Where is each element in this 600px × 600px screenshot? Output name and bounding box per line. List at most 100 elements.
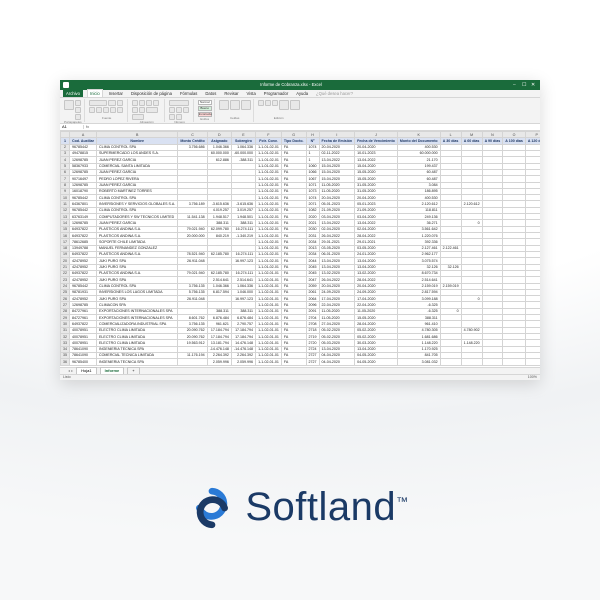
table-row[interactable]: 3696785400INGENIERIA TECNICA SPA 2.059.99… xyxy=(61,359,541,365)
sheet-tabs: ◂ ▸ Hoja1 Informe + xyxy=(60,367,540,374)
underline-icon[interactable] xyxy=(96,107,102,113)
align-bottom-icon[interactable] xyxy=(146,100,152,106)
cut-icon[interactable] xyxy=(75,100,81,106)
group-editing-label: Edición xyxy=(258,117,300,121)
col-header[interactable]: E xyxy=(231,132,255,138)
min-button[interactable]: – xyxy=(513,83,519,88)
col-header[interactable]: H xyxy=(306,132,319,138)
clear-icon[interactable] xyxy=(272,100,278,106)
border-icon[interactable] xyxy=(103,107,109,113)
cell[interactable]: 04-04-2020 xyxy=(319,359,355,365)
col-header[interactable]: M xyxy=(461,132,482,138)
group-clipboard: Portapapeles xyxy=(62,99,85,122)
close-button[interactable]: ✕ xyxy=(531,83,537,88)
tab-formulas[interactable]: Fórmulas xyxy=(178,90,199,97)
cell[interactable] xyxy=(461,359,482,365)
fill-icon[interactable] xyxy=(265,100,271,106)
font-color-icon[interactable] xyxy=(117,107,123,113)
insert-icon[interactable] xyxy=(219,100,229,110)
percent-icon[interactable] xyxy=(176,107,182,113)
status-ready: Listo xyxy=(63,375,71,379)
tell-me[interactable]: ¿Qué desea hacer? xyxy=(314,90,355,97)
softland-logo-icon xyxy=(191,487,233,529)
col-header[interactable]: K xyxy=(397,132,440,138)
col-header[interactable]: F xyxy=(256,132,282,138)
copy-icon[interactable] xyxy=(75,107,81,113)
tab-disposicion[interactable]: Disposición de página xyxy=(129,90,174,97)
col-header[interactable]: B xyxy=(97,132,178,138)
name-box[interactable]: A1 xyxy=(60,125,84,130)
paste-icon[interactable] xyxy=(64,100,74,110)
fx-label[interactable]: fx xyxy=(84,125,91,130)
cell[interactable] xyxy=(178,359,207,365)
cell[interactable] xyxy=(482,359,503,365)
cell[interactable]: 2727 xyxy=(306,359,319,365)
align-right-icon[interactable] xyxy=(139,107,145,113)
bold-icon[interactable] xyxy=(117,100,123,106)
col-header[interactable]: O xyxy=(503,132,526,138)
font-size[interactable] xyxy=(108,100,116,106)
tab-insertar[interactable]: Insertar xyxy=(107,90,125,97)
format-cell-icon[interactable] xyxy=(241,100,251,110)
row-header[interactable]: 36 xyxy=(61,359,70,365)
number-format-select[interactable] xyxy=(169,100,189,106)
col-header[interactable]: L xyxy=(440,132,461,138)
style-normal[interactable]: Normal xyxy=(198,100,212,105)
brand: Softland™ xyxy=(0,485,600,530)
group-number: Número xyxy=(167,99,194,122)
max-button[interactable]: ☐ xyxy=(522,83,528,88)
cell[interactable]: 04-05-2020 xyxy=(355,359,398,365)
cell[interactable] xyxy=(525,359,540,365)
col-header[interactable]: P xyxy=(525,132,540,138)
tab-file[interactable]: Archivo xyxy=(63,90,83,97)
align-left-icon[interactable] xyxy=(153,100,159,106)
font-select[interactable] xyxy=(89,100,107,106)
italic-icon[interactable] xyxy=(89,107,95,113)
cell[interactable]: 2.059.996 xyxy=(207,359,231,365)
tab-inicio[interactable]: Inicio xyxy=(87,89,103,97)
col-header[interactable]: A xyxy=(70,132,97,138)
group-cells: Celdas xyxy=(217,99,254,122)
col-header[interactable]: J xyxy=(355,132,398,138)
data-table: ABCDEFGHIJKLMNOPQ 1Cod. AuxiliarNombreMo… xyxy=(60,131,540,366)
cell[interactable] xyxy=(440,359,461,365)
style-bueno[interactable]: Bueno xyxy=(198,106,212,111)
tab-vista[interactable]: Vista xyxy=(245,90,258,97)
cell[interactable]: INGENIERIA TECNICA SPA xyxy=(97,359,178,365)
tab-revisar[interactable]: Revisar xyxy=(222,90,240,97)
col-header[interactable]: I xyxy=(319,132,355,138)
group-styles-label: Estilos xyxy=(198,118,212,122)
group-font: Fuente xyxy=(87,99,128,122)
comma-icon[interactable] xyxy=(183,107,189,113)
cell[interactable]: 2.059.996 xyxy=(231,359,255,365)
excel-window: Informe de Cobranza.xlsx - Excel – ☐ ✕ A… xyxy=(60,80,540,380)
autosum-icon[interactable] xyxy=(258,100,264,106)
align-center-icon[interactable] xyxy=(132,107,138,113)
align-middle-icon[interactable] xyxy=(139,100,145,106)
col-header[interactable]: N xyxy=(482,132,503,138)
cell[interactable]: 96785400 xyxy=(70,359,97,365)
find-select-icon[interactable] xyxy=(290,100,300,110)
align-top-icon[interactable] xyxy=(132,100,138,106)
cell[interactable]: FA xyxy=(281,359,306,365)
tab-programador[interactable]: Programador xyxy=(262,90,290,97)
wrap-text-icon[interactable] xyxy=(146,107,158,113)
cell[interactable]: 3.081.032 xyxy=(397,359,440,365)
tab-datos[interactable]: Datos xyxy=(203,90,218,97)
group-styles: Normal Bueno Incorrecto Estilos xyxy=(196,99,215,122)
spreadsheet-grid[interactable]: ABCDEFGHIJKLMNOPQ 1Cod. AuxiliarNombreMo… xyxy=(60,131,540,367)
delete-icon[interactable] xyxy=(230,100,240,110)
currency-icon[interactable] xyxy=(169,107,175,113)
zoom-level[interactable]: 100% xyxy=(528,375,537,379)
col-header[interactable]: D xyxy=(207,132,231,138)
col-header[interactable]: G xyxy=(281,132,306,138)
group-cells-label: Celdas xyxy=(219,117,251,121)
cell[interactable]: 1-1-02-01-01 xyxy=(256,359,282,365)
cell[interactable] xyxy=(503,359,526,365)
fill-color-icon[interactable] xyxy=(110,107,116,113)
col-header[interactable]: C xyxy=(178,132,207,138)
tab-ayuda[interactable]: Ayuda xyxy=(294,90,310,97)
ribbon-tabs: Archivo Inicio Insertar Disposición de p… xyxy=(60,90,540,98)
formula-bar: A1 fx xyxy=(60,124,540,131)
sort-filter-icon[interactable] xyxy=(279,100,289,110)
